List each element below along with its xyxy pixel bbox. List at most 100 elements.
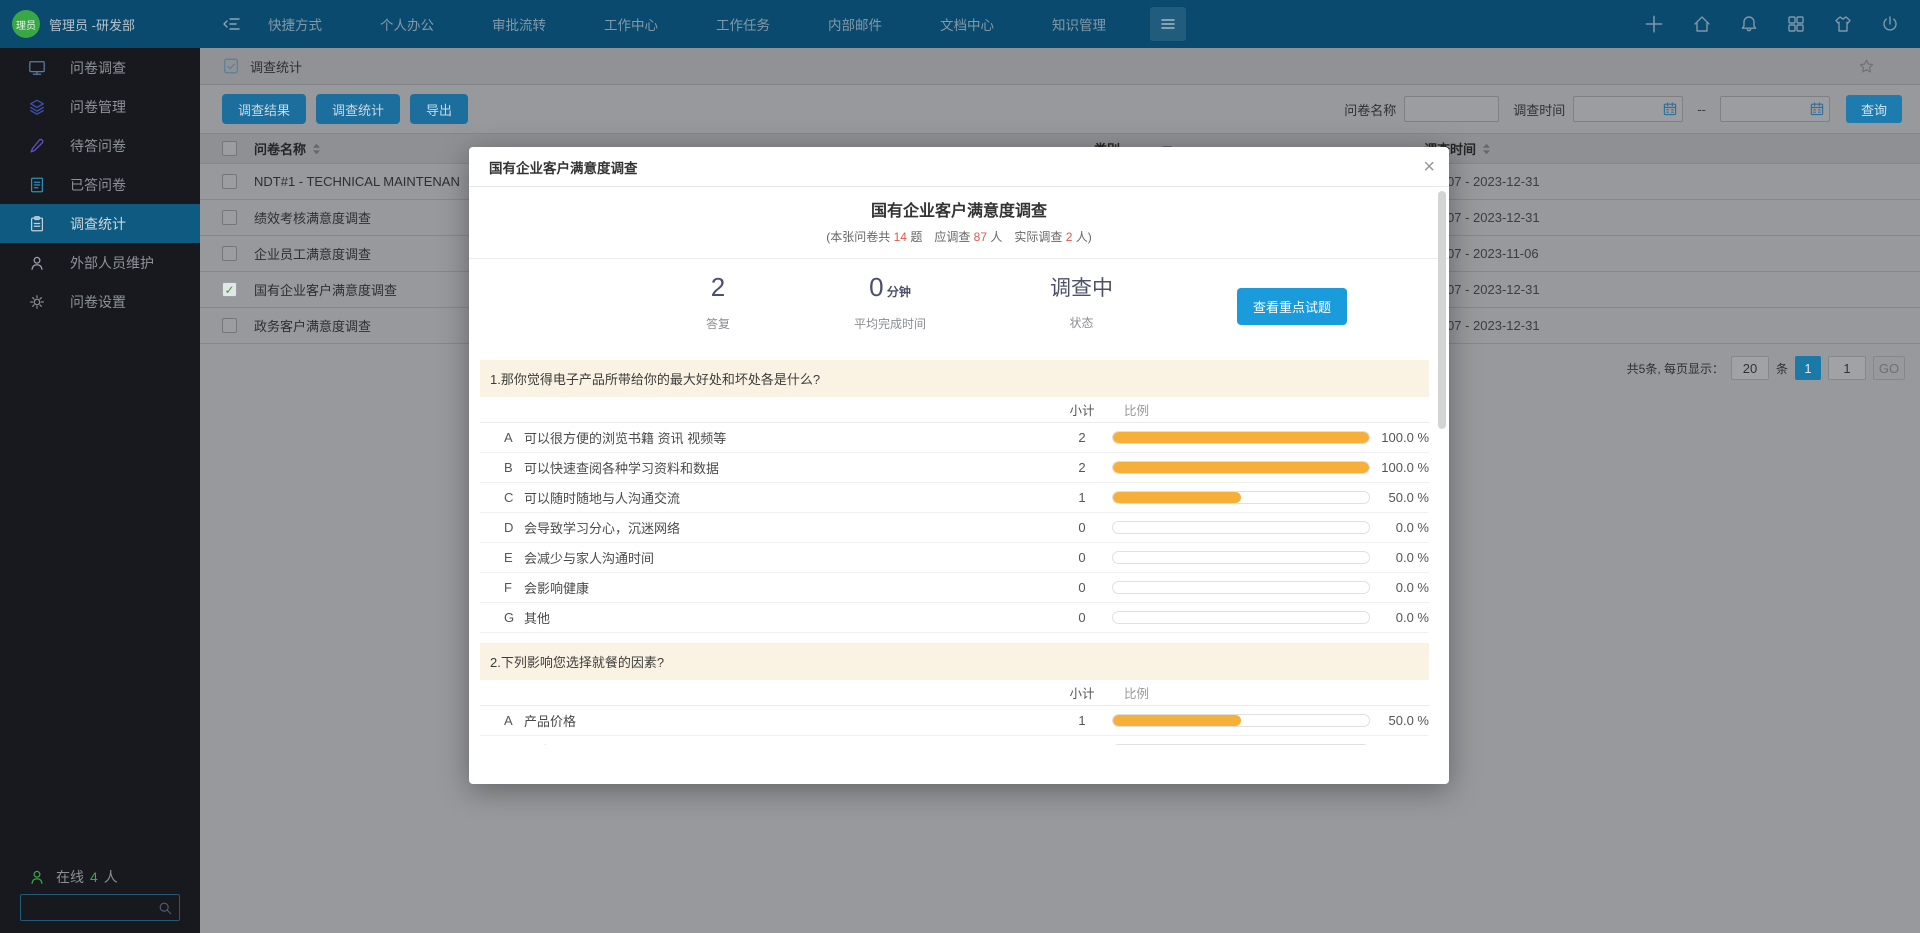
sidebar-item-1[interactable]: 问卷调查 (0, 48, 200, 87)
nav-item-2[interactable]: 个人办公 (380, 14, 434, 34)
page-1-button[interactable]: 1 (1795, 356, 1821, 380)
modal-body[interactable]: 国有企业客户满意度调查 (本张问卷共 14 题 应调查 87 人 实际调查 2 … (469, 187, 1449, 745)
option-row: D会导致学习分心，沉迷网络00.0 % (480, 513, 1429, 543)
date-to-wrap (1720, 96, 1830, 122)
close-icon[interactable]: × (1423, 157, 1435, 177)
option-count: 0 (1052, 580, 1112, 595)
sidebar-item-5[interactable]: 调查统计 (0, 204, 200, 243)
option-bar-cell (1112, 491, 1370, 504)
stat-suffix: 分钟 (884, 285, 911, 299)
ratio-bar (1112, 611, 1370, 624)
nav-item-1[interactable]: 快捷方式 (268, 14, 322, 34)
option-letter: B (504, 743, 524, 745)
ratio-bar (1112, 491, 1370, 504)
sidebar-item-7[interactable]: 问卷设置 (0, 282, 200, 321)
option-bar-cell (1112, 551, 1370, 564)
row-checkbox[interactable] (222, 318, 237, 333)
sidebar-item-6[interactable]: 外部人员维护 (0, 243, 200, 282)
row-checkbox[interactable] (222, 210, 237, 225)
select-all-checkbox[interactable] (222, 141, 237, 156)
row-checkbox[interactable] (222, 174, 237, 189)
question-block-1: 1.那你觉得电子产品所带给你的最大好处和坏处各是什么?小计比例A可以很方便的浏览… (480, 360, 1429, 633)
ratio-bar-fill (1113, 432, 1369, 443)
sidebar-item-label: 问卷设置 (70, 292, 126, 312)
option-percent: 0.0 % (1370, 550, 1429, 565)
subtotal-header: 小计 (1052, 400, 1112, 419)
go-button[interactable]: GO (1873, 356, 1905, 380)
calendar-icon[interactable] (1809, 101, 1825, 117)
option-text: 会影响健康 (524, 578, 1052, 597)
meta-number: 14 (894, 230, 907, 244)
nav-item-3[interactable]: 审批流转 (492, 14, 546, 34)
survey-date: 2023-10-07 - 2023-11-06 (1395, 246, 1920, 261)
notifications-bell-icon[interactable] (1739, 14, 1759, 34)
stat-1: 2答复 (706, 272, 730, 332)
option-count: 2 (1052, 460, 1112, 475)
plus-icon[interactable] (1643, 13, 1665, 35)
row-checkbox[interactable] (222, 246, 237, 261)
view-key-questions-button[interactable]: 查看重点试题 (1237, 288, 1347, 325)
options-header: 小计比例 (480, 680, 1429, 706)
top-navbar: 理员 管理员 -研发部 快捷方式 个人办公 审批流转 工作中心 工作任务 内部邮件 文档中心… (0, 0, 1920, 48)
sidebar-search-input[interactable] (21, 900, 157, 915)
sort-icon[interactable] (1482, 142, 1491, 156)
export-button[interactable]: 导出 (410, 94, 468, 124)
question-block-2: 2.下列影响您选择就餐的因素?小计比例A产品价格150.0 %B环境氛围150.… (480, 643, 1429, 745)
menu-fold-icon[interactable] (222, 14, 242, 34)
logout-power-icon[interactable] (1880, 14, 1900, 34)
survey-name-input[interactable] (1404, 96, 1499, 122)
survey-meta: (本张问卷共 14 题 应调查 87 人 实际调查 2 人) (469, 228, 1449, 245)
search-icon[interactable] (157, 900, 173, 916)
apps-grid-icon[interactable] (1786, 14, 1806, 34)
nav-item-5[interactable]: 工作任务 (716, 14, 770, 34)
stat-3: 调查中状态 (1050, 272, 1113, 331)
option-letter: D (504, 520, 524, 535)
option-letter: F (504, 580, 524, 595)
row-checkbox[interactable]: ✓ (222, 282, 237, 297)
page-size-box[interactable]: 20 (1731, 356, 1769, 380)
stat-value: 调查中 (1050, 272, 1113, 302)
survey-stats-button[interactable]: 调查统计 (316, 94, 400, 124)
date-from-wrap (1573, 96, 1683, 122)
option-row: G其他00.0 % (480, 603, 1429, 633)
online-person-icon (28, 868, 46, 886)
user-info[interactable]: 理员 管理员 -研发部 (0, 10, 200, 38)
survey-date: 2023-10-07 - 2023-12-31 (1395, 210, 1920, 225)
calendar-icon[interactable] (1662, 101, 1678, 117)
home-icon[interactable] (1692, 14, 1712, 34)
nav-item-4[interactable]: 工作中心 (604, 14, 658, 34)
date-range-separator: -- (1697, 102, 1706, 117)
question-title: 2.下列影响您选择就餐的因素? (480, 643, 1429, 680)
ratio-bar (1112, 431, 1370, 444)
more-menu-button[interactable] (1150, 7, 1186, 41)
option-count: 0 (1052, 610, 1112, 625)
sidebar-item-3[interactable]: 待答问卷 (0, 126, 200, 165)
nav-item-7[interactable]: 文档中心 (940, 14, 994, 34)
ratio-bar (1112, 744, 1370, 745)
online-label: 在线 (56, 867, 84, 887)
modal-scrollbar-thumb[interactable] (1438, 191, 1446, 429)
query-button[interactable]: 查询 (1846, 95, 1902, 123)
pen-icon (28, 137, 46, 155)
sort-icon[interactable] (312, 142, 321, 156)
option-count: 1 (1052, 490, 1112, 505)
theme-shirt-icon[interactable] (1833, 14, 1853, 34)
sidebar-item-4[interactable]: 已答问卷 (0, 165, 200, 204)
goto-page-input[interactable]: 1 (1828, 356, 1866, 380)
sidebar-item-label: 问卷调查 (70, 58, 126, 78)
option-text: 其他 (524, 608, 1052, 627)
ratio-bar (1112, 461, 1370, 474)
survey-name-label: 问卷名称 (1344, 100, 1396, 119)
nav-item-6[interactable]: 内部邮件 (828, 14, 882, 34)
sidebar-item-2[interactable]: 问卷管理 (0, 87, 200, 126)
online-count: 4 (90, 869, 98, 885)
favorite-star-icon[interactable] (1858, 58, 1875, 75)
nav-item-8[interactable]: 知识管理 (1052, 14, 1106, 34)
column-survey-time[interactable]: 调查时间 (1395, 139, 1920, 158)
question-title: 1.那你觉得电子产品所带给你的最大好处和坏处各是什么? (480, 360, 1429, 397)
survey-results-button[interactable]: 调查结果 (222, 94, 306, 124)
meta-number: 87 (974, 230, 987, 244)
toolbar: 调查结果 调查统计 导出 问卷名称 调查时间 -- 查询 (200, 85, 1920, 133)
survey-stats-icon (222, 57, 240, 75)
online-status: 在线 4 人 (28, 867, 118, 887)
